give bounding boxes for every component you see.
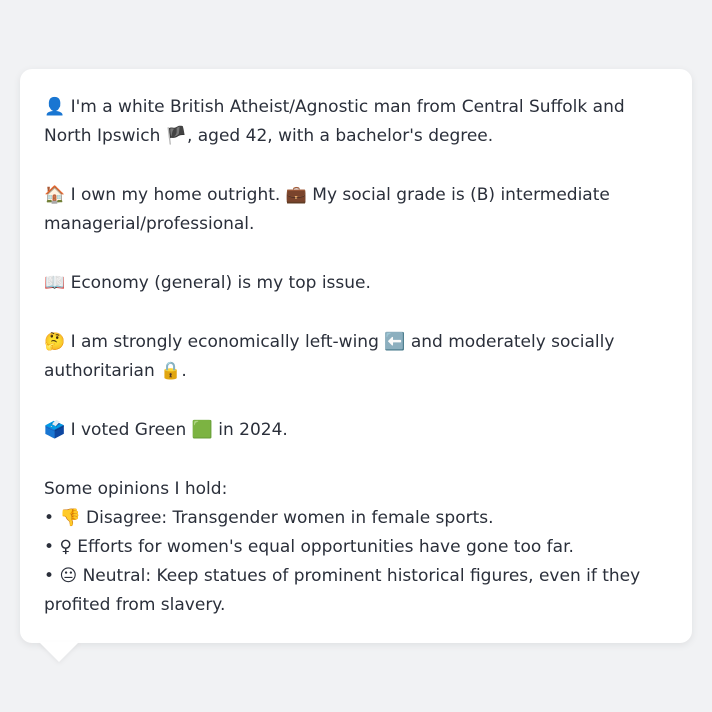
bullet: • xyxy=(44,566,55,586)
green-square-icon: 🟩 xyxy=(191,420,213,440)
issue-paragraph: 📖 Economy (general) is my top issue. xyxy=(44,269,668,298)
opinion-text: Disagree: Transgender women in female sp… xyxy=(86,508,494,528)
briefcase-icon: 💼 xyxy=(285,185,307,205)
left-arrow-icon: ⬅️ xyxy=(384,332,406,352)
bullet: • xyxy=(44,537,55,557)
opinions-section: Some opinions I hold: • 👎 Disagree: Tran… xyxy=(44,475,668,620)
chat-bubble: 👤 I'm a white British Atheist/Agnostic m… xyxy=(20,69,692,643)
thinking-face-icon: 🤔 xyxy=(44,332,66,352)
book-icon: 📖 xyxy=(44,273,66,293)
opinion-text: Neutral: Keep statues of prominent histo… xyxy=(44,566,641,615)
opinion-item: • 👎 Disagree: Transgender women in femal… xyxy=(44,504,668,533)
home-paragraph: 🏠 I own my home outright. 💼 My social gr… xyxy=(44,181,668,239)
ideology-end: . xyxy=(181,361,187,381)
opinion-text: Efforts for women's equal opportunities … xyxy=(77,537,574,557)
opinion-item: • ♀ Efforts for women's equal opportunit… xyxy=(44,533,668,562)
vote-text-a: I voted Green xyxy=(70,420,187,440)
identity-suffix: , aged 42, with a bachelor's degree. xyxy=(186,126,494,146)
ideology-text-a: I am strongly economically left-wing xyxy=(70,332,379,352)
ideology-paragraph: 🤔 I am strongly economically left-wing ⬅… xyxy=(44,328,668,386)
bubble-tail xyxy=(39,642,79,662)
issue-text: Economy (general) is my top issue. xyxy=(70,273,371,293)
lock-icon: 🔒 xyxy=(160,361,182,381)
thumbs-down-icon: 👎 xyxy=(59,508,81,528)
vote-paragraph: 🗳️ I voted Green 🟩 in 2024. xyxy=(44,416,668,445)
vote-text-b: in 2024. xyxy=(218,420,288,440)
home-text: I own my home outright. xyxy=(70,185,281,205)
person-icon: 👤 xyxy=(44,97,66,117)
ballot-box-icon: 🗳️ xyxy=(44,420,66,440)
bullet: • xyxy=(44,508,55,528)
house-icon: 🏠 xyxy=(44,185,66,205)
opinions-heading: Some opinions I hold: xyxy=(44,479,228,499)
neutral-face-icon: 😐 xyxy=(59,566,78,586)
opinion-item: • 😐 Neutral: Keep statues of prominent h… xyxy=(44,562,668,620)
england-flag-icon: 🏴 xyxy=(165,126,187,146)
female-sign-icon: ♀ xyxy=(59,537,72,557)
identity-paragraph: 👤 I'm a white British Atheist/Agnostic m… xyxy=(44,93,668,151)
